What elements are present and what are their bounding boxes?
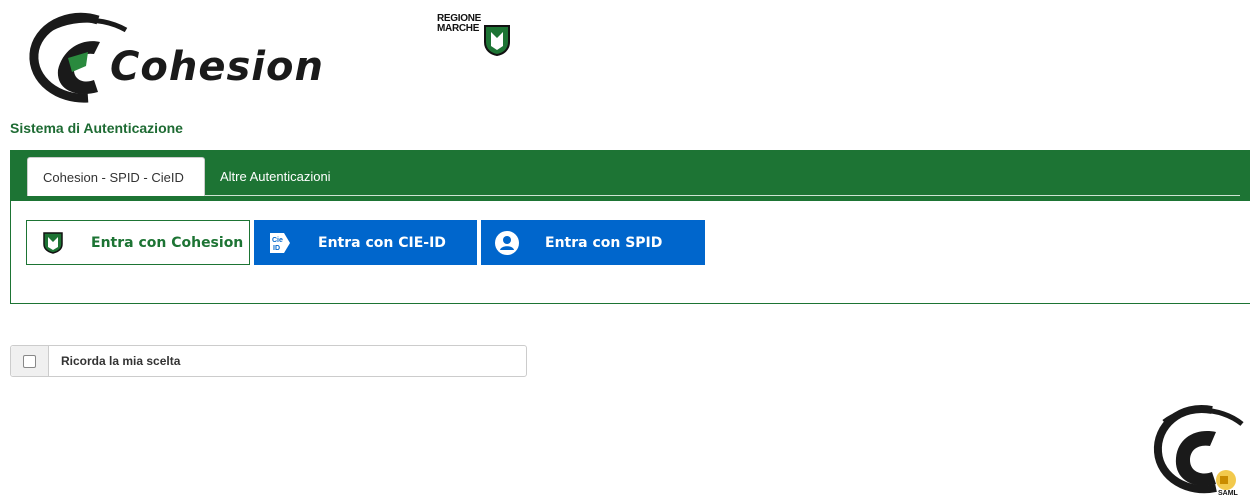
cohesion-saml-icon: SAML [1153,405,1244,497]
tab-cohesion-spid-cieid[interactable]: Cohesion - SPID - CieID [27,157,205,196]
spid-user-icon [495,230,519,255]
region-line2: MARCHE [437,23,480,34]
cohesion-logo: Cohesion [28,8,323,104]
brand-wordmark: Cohesion [110,44,324,90]
login-cohesion-button[interactable]: Entra con Cohesion [26,220,250,265]
marche-shield-icon [484,25,510,56]
cohesion-saml-logo: SAML [1150,402,1246,498]
login-cie-button[interactable]: Cie ID Entra con CIE-ID [254,220,477,265]
login-cohesion-label: Entra con Cohesion [91,234,244,251]
login-spid-label: Entra con SPID [545,234,663,251]
auth-panel: Cohesion - SPID - CieID Altre Autenticaz… [10,150,1250,304]
remember-checkbox[interactable] [23,354,36,368]
cie-id-icon: Cie ID [270,232,290,253]
login-cie-label: Entra con CIE-ID [318,234,446,251]
login-spid-button[interactable]: Entra con SPID [481,220,705,265]
remember-label: Ricorda la mia scelta [61,354,181,368]
marche-shield-icon [43,231,63,254]
regione-marche-logo: REGIONE MARCHE [437,12,517,56]
svg-text:SAML: SAML [1218,490,1239,497]
tab-bar: Cohesion - SPID - CieID Altre Autenticaz… [11,151,1250,201]
svg-text:ID: ID [273,245,280,252]
svg-text:Cie: Cie [272,237,283,244]
remember-choice: Ricorda la mia scelta [10,345,527,377]
page-title: Sistema di Autenticazione [10,120,183,136]
tab-altre-autenticazioni[interactable]: Altre Autenticazioni [205,157,346,196]
